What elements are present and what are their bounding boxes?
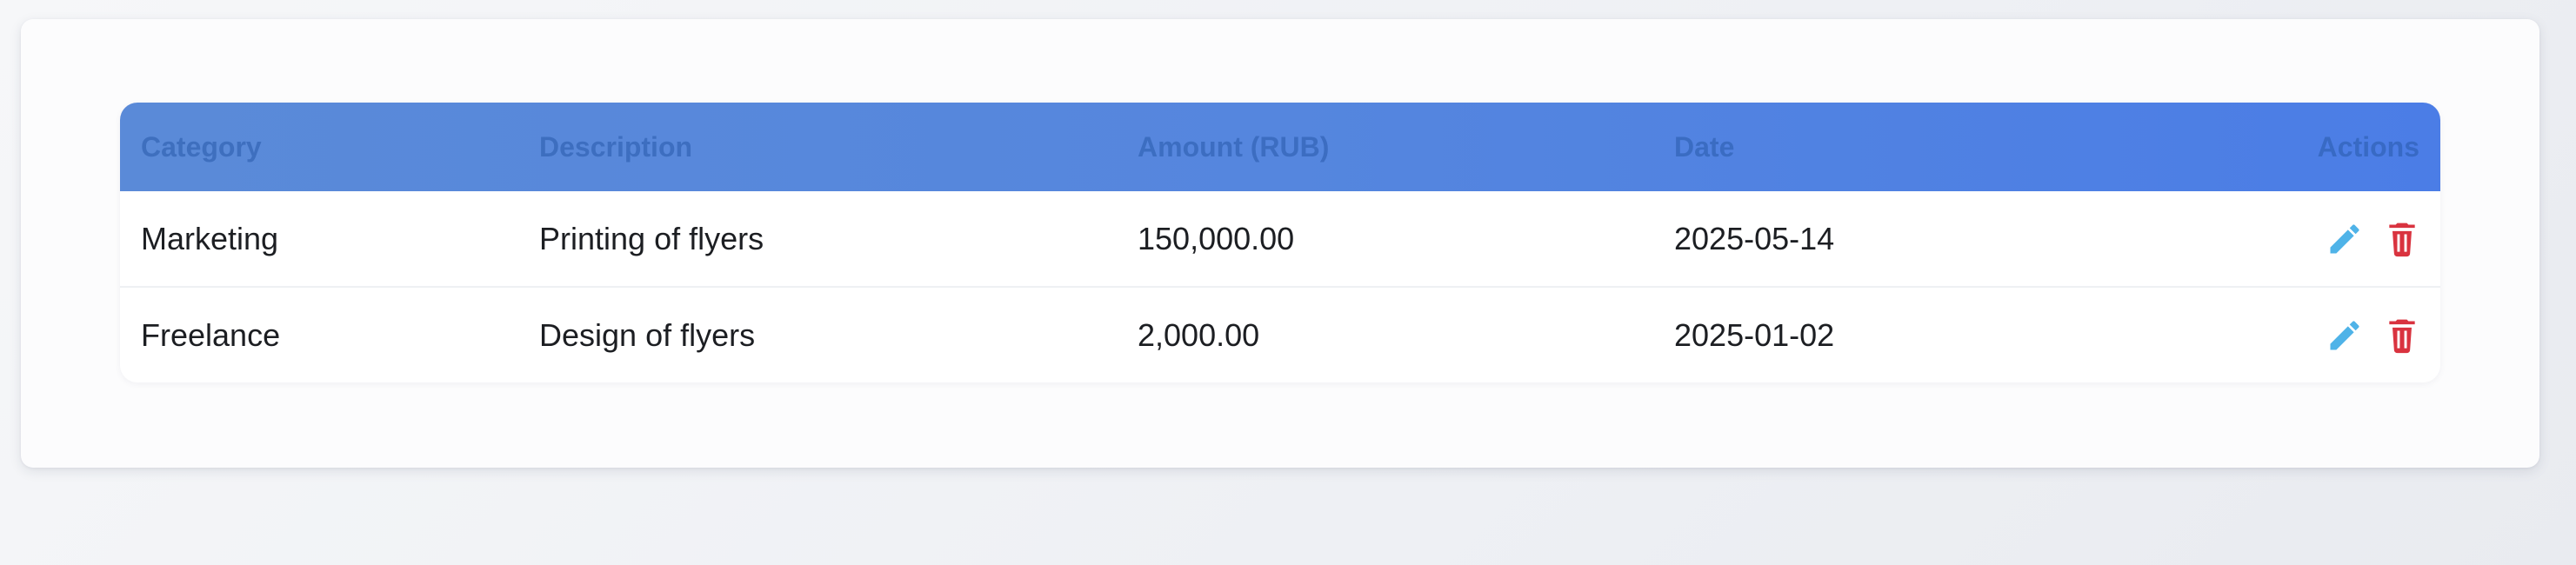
expenses-table: Category Description Amount (RUB) Date A… bbox=[120, 103, 2440, 382]
cell-category: Marketing bbox=[141, 220, 279, 256]
table-header: Category Description Amount (RUB) Date A… bbox=[120, 103, 2440, 191]
edit-icon[interactable] bbox=[2326, 220, 2364, 258]
cell-category: Freelance bbox=[120, 286, 518, 382]
column-header-date[interactable]: Date bbox=[1653, 103, 2184, 191]
cell-amount: 2,000.00 bbox=[1117, 286, 1653, 382]
cell-date: 2025-01-02 bbox=[1653, 286, 2184, 382]
expenses-table-container: Category Description Amount (RUB) Date A… bbox=[120, 103, 2440, 382]
header-row: Category Description Amount (RUB) Date A… bbox=[120, 103, 2440, 191]
cell-description: Design of flyers bbox=[518, 286, 1117, 382]
expenses-card: Category Description Amount (RUB) Date A… bbox=[21, 19, 2539, 468]
table-row: Marketing Printing of flyers 150,000.00 … bbox=[120, 191, 2440, 287]
cell-actions bbox=[2184, 191, 2440, 287]
column-header-description[interactable]: Description bbox=[518, 103, 1117, 191]
delete-icon[interactable] bbox=[2383, 220, 2421, 258]
column-header-category[interactable]: Category bbox=[120, 103, 518, 191]
delete-icon[interactable] bbox=[2383, 316, 2421, 355]
table-row: Freelance Design of flyers 2,000.00 2025… bbox=[120, 286, 2440, 382]
column-header-amount[interactable]: Amount (RUB) bbox=[1117, 103, 1653, 191]
column-header-actions: Actions bbox=[2317, 130, 2419, 163]
table-body: Marketing Printing of flyers 150,000.00 … bbox=[120, 191, 2440, 382]
cell-amount: 150,000.00 bbox=[1138, 220, 1295, 256]
cell-date: 2025-05-14 bbox=[1674, 220, 1835, 256]
edit-icon[interactable] bbox=[2326, 316, 2364, 355]
cell-actions bbox=[2184, 286, 2440, 382]
cell-description: Printing of flyers bbox=[539, 220, 764, 256]
